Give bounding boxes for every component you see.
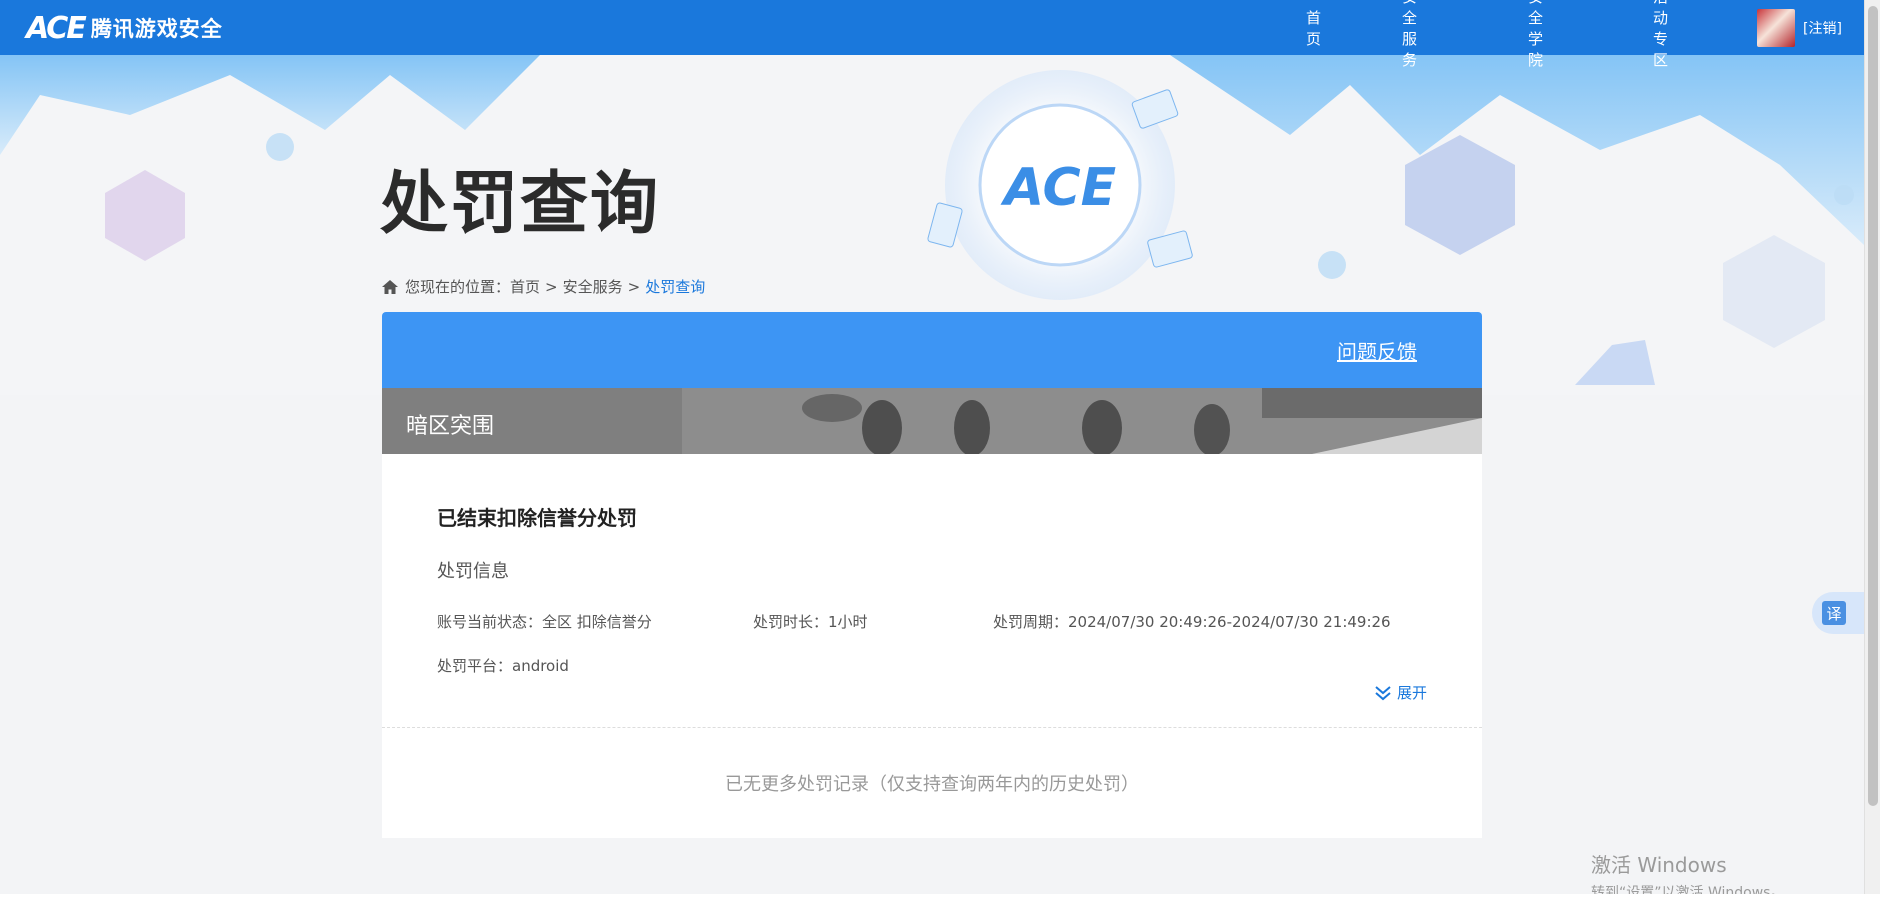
nav-security-academy[interactable]: 安全学院: [1528, 0, 1543, 70]
breadcrumb: 您现在的位置： 首页 > 安全服务 > 处罚查询: [381, 276, 705, 297]
penalty-platform: 处罚平台：android: [437, 657, 569, 675]
breadcrumb-current: 处罚查询: [645, 278, 706, 296]
translate-button[interactable]: 译: [1812, 592, 1864, 634]
account-status: 账号当前状态：全区 扣除信誉分: [437, 613, 652, 631]
nav-activity-zone[interactable]: 活动专区: [1653, 0, 1668, 70]
penalty-period: 处罚周期：2024/07/30 20:49:26-2024/07/30 21:4…: [993, 613, 1391, 631]
game-name: 暗区突围: [406, 414, 495, 439]
breadcrumb-prefix: 您现在的位置：: [405, 278, 511, 296]
penalty-status-title: 已结束扣除信誉分处罚: [437, 506, 637, 530]
penalty-info-title: 处罚信息: [437, 561, 509, 582]
breadcrumb-home[interactable]: 首页: [510, 276, 540, 297]
bottom-strip: [0, 894, 1880, 916]
translate-icon: 译: [1822, 601, 1846, 625]
svg-text:ACE: ACE: [1000, 158, 1116, 218]
penalty-record: 已结束扣除信誉分处罚 处罚信息 账号当前状态：全区 扣除信誉分 处罚时长：1小时…: [382, 454, 1482, 728]
avatar[interactable]: [1757, 9, 1795, 47]
logo-mark: ACE: [26, 10, 87, 46]
logout-link[interactable]: [注销]: [1803, 18, 1842, 38]
user-area: [注销]: [1757, 9, 1842, 47]
penalty-duration: 处罚时长：1小时: [753, 613, 868, 631]
nav-home[interactable]: 首页: [1306, 7, 1321, 49]
penalty-info-row: 账号当前状态：全区 扣除信誉分 处罚时长：1小时 处罚周期：2024/07/30…: [437, 611, 1427, 631]
breadcrumb-separator: >: [627, 277, 641, 296]
watermark-title: 激活 Windows: [1591, 853, 1727, 877]
feedback-link[interactable]: 问题反馈: [1337, 336, 1417, 365]
no-more-records: 已无更多处罚记录（仅支持查询两年内的历史处罚）: [382, 728, 1482, 838]
scrollbar-thumb[interactable]: [1868, 6, 1878, 806]
penalty-card: 问题反馈 暗区突围 已结束扣除信誉分处罚 处罚信息 账号当前状态：全区 扣除信誉…: [382, 312, 1482, 838]
nav-security-service[interactable]: 安全服务: [1402, 0, 1417, 70]
card-header: 问题反馈: [382, 312, 1482, 388]
game-banner: 暗区突围: [382, 388, 1482, 454]
breadcrumb-security-service[interactable]: 安全服务: [563, 276, 623, 297]
banner-image: [382, 388, 1482, 454]
logo-text: 腾讯游戏安全: [90, 17, 223, 41]
expand-button[interactable]: 展开: [1373, 682, 1427, 703]
vertical-scrollbar[interactable]: [1864, 0, 1880, 894]
page-title: 处罚查询: [380, 165, 661, 244]
expand-label: 展开: [1396, 684, 1427, 702]
double-chevron-down-icon: [1375, 685, 1391, 700]
home-icon: [382, 279, 398, 294]
site-logo[interactable]: ACE 腾讯游戏安全: [26, 10, 223, 46]
top-navigation: ACE 腾讯游戏安全 首页 安全服务 安全学院 活动专区 [注销]: [0, 0, 1864, 69]
breadcrumb-separator: >: [545, 277, 558, 296]
